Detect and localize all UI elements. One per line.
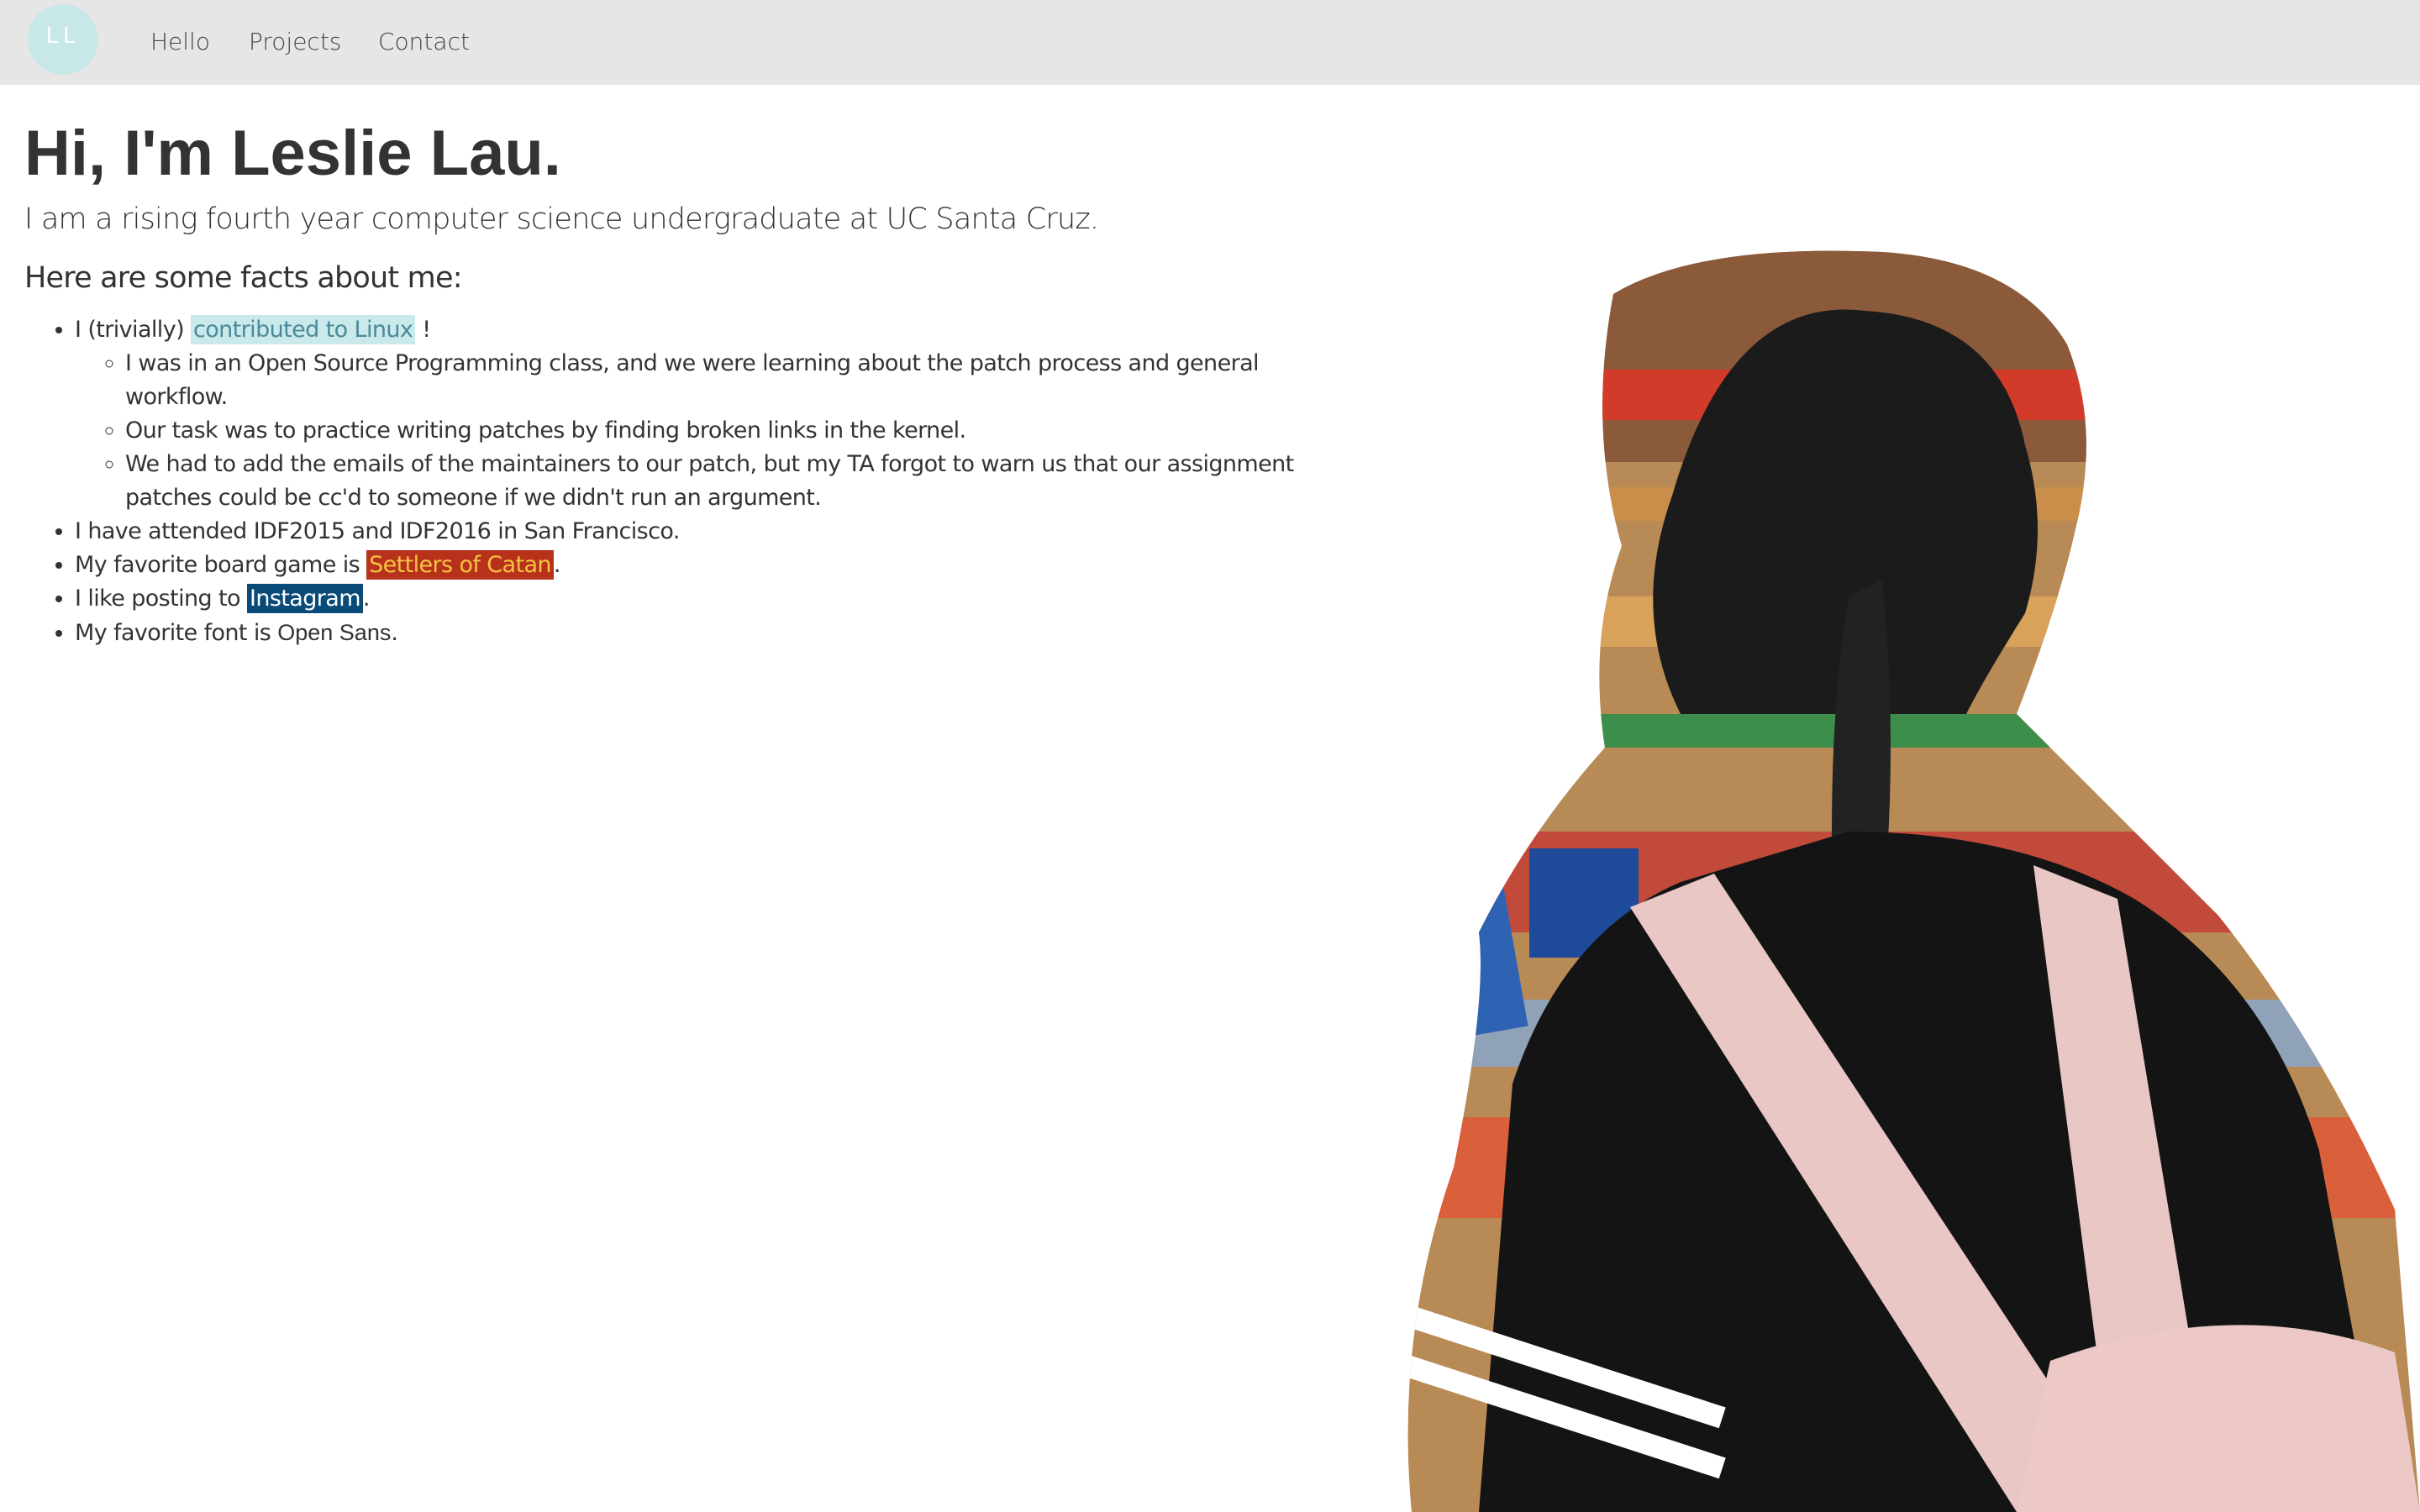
fact-insta-suffix: . xyxy=(362,585,371,612)
profile-photo xyxy=(1407,250,2420,1512)
favorite-font-name: Open Sans xyxy=(277,620,392,645)
fact-catan-prefix: My favorite board game is xyxy=(75,552,367,578)
page-title: Hi, I'm Leslie Lau. xyxy=(24,118,561,189)
fact-catan-suffix: . xyxy=(553,552,561,578)
nav-link-contact[interactable]: Contact xyxy=(378,28,470,55)
fact-instagram: I like posting to Instagram. xyxy=(75,582,1318,616)
fact-font: My favorite font is Open Sans. xyxy=(75,616,1318,650)
fact-font-prefix: My favorite font is xyxy=(75,620,278,646)
fact-board-game: My favorite board game is Settlers of Ca… xyxy=(75,549,1318,582)
fact-insta-prefix: I like posting to xyxy=(75,585,247,612)
settlers-of-catan-link[interactable]: Settlers of Catan xyxy=(366,550,554,580)
fact-linux: I (trivially) contributed to Linux ! I w… xyxy=(75,313,1318,515)
linux-subitem: Our task was to practice writing patches… xyxy=(125,414,1318,448)
intro-text: I am a rising fourth year computer scien… xyxy=(24,202,1099,236)
linux-contribution-link[interactable]: contributed to Linux xyxy=(191,315,416,344)
fact-linux-prefix: I (trivially) xyxy=(75,317,191,343)
fact-font-suffix: . xyxy=(391,620,398,646)
logo-avatar[interactable]: LL xyxy=(28,4,98,75)
fact-linux-suffix: ! xyxy=(415,317,431,343)
instagram-link[interactable]: Instagram xyxy=(246,584,363,613)
linux-subitem: We had to add the emails of the maintain… xyxy=(125,448,1302,515)
nav-link-projects[interactable]: Projects xyxy=(249,28,341,55)
navbar: LL Hello Projects Contact xyxy=(0,0,2420,85)
nav-link-hello[interactable]: Hello xyxy=(150,28,210,55)
linux-subitem: I was in an Open Source Programming clas… xyxy=(125,347,1318,414)
facts-list: I (trivially) contributed to Linux ! I w… xyxy=(24,313,1318,650)
fact-idf: I have attended IDF2015 and IDF2016 in S… xyxy=(75,515,1318,549)
linux-sublist: I was in an Open Source Programming clas… xyxy=(75,347,1318,515)
facts-heading: Here are some facts about me: xyxy=(24,261,462,295)
